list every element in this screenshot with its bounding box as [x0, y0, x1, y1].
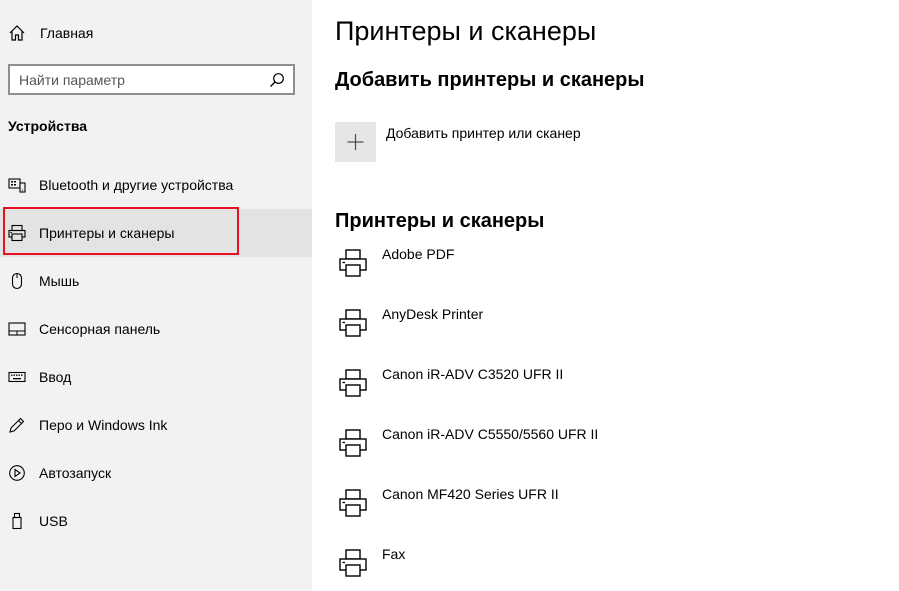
printer-icon [339, 489, 367, 517]
printer-icon [339, 369, 367, 397]
printer-name: Canon iR-ADV C3520 UFR II [382, 366, 564, 382]
add-printer-label: Добавить принтер или сканер [386, 125, 581, 141]
printer-name: Fax [382, 546, 406, 562]
pen-icon [9, 417, 25, 433]
printer-name: Canon iR-ADV C5550/5560 UFR II [382, 426, 599, 442]
printer-name: Adobe PDF [382, 246, 455, 262]
section-title: Устройства [8, 118, 88, 134]
touchpad-icon [8, 322, 26, 336]
sidebar: Главная Устройства Bluetooth и другие ус… [0, 0, 312, 591]
sidebar-nav: Bluetooth и другие устройства Принтеры и… [0, 161, 312, 545]
keyboard-icon [8, 371, 26, 383]
mouse-icon [11, 272, 23, 290]
printer-icon [339, 429, 367, 457]
sidebar-item-printers[interactable]: Принтеры и сканеры [0, 209, 312, 257]
printer-icon [8, 224, 26, 242]
sidebar-item-label: Перо и Windows Ink [39, 417, 168, 433]
printer-list: Adobe PDF AnyDesk Printer Canon iR-ADV C… [335, 242, 895, 591]
sidebar-item-touchpad[interactable]: Сенсорная панель [0, 305, 312, 353]
printer-item[interactable]: Canon iR-ADV C5550/5560 UFR II [335, 422, 895, 482]
sidebar-item-usb[interactable]: USB [0, 497, 312, 545]
sidebar-item-label: Ввод [39, 369, 72, 385]
printer-name: AnyDesk Printer [382, 306, 484, 322]
sidebar-item-label: Сенсорная панель [39, 321, 161, 337]
sidebar-item-typing[interactable]: Ввод [0, 353, 312, 401]
plus-icon [347, 134, 364, 150]
printer-icon [339, 249, 367, 277]
printers-list-title: Принтеры и сканеры [335, 210, 545, 232]
page-title: Принтеры и сканеры [335, 16, 597, 46]
sidebar-item-mouse[interactable]: Мышь [0, 257, 312, 305]
usb-icon [12, 512, 22, 530]
home-link[interactable]: Главная [0, 14, 312, 52]
plus-tile[interactable] [335, 122, 376, 162]
sidebar-item-label: USB [39, 513, 68, 529]
sidebar-item-autoplay[interactable]: Автозапуск [0, 449, 312, 497]
printer-item[interactable]: AnyDesk Printer [335, 302, 895, 362]
sidebar-item-pen[interactable]: Перо и Windows Ink [0, 401, 312, 449]
search-icon[interactable] [269, 72, 285, 88]
home-label: Главная [40, 25, 94, 41]
sidebar-item-label: Мышь [39, 273, 80, 289]
printer-icon [339, 309, 367, 337]
main-content: Принтеры и сканеры Добавить принтеры и с… [335, 0, 895, 591]
add-section-title: Добавить принтеры и сканеры [335, 69, 645, 91]
sidebar-item-bluetooth[interactable]: Bluetooth и другие устройства [0, 161, 312, 209]
sidebar-item-label: Bluetooth и другие устройства [39, 177, 234, 193]
printer-name: Canon MF420 Series UFR II [382, 486, 559, 502]
sidebar-item-label: Принтеры и сканеры [39, 225, 175, 241]
printer-icon [339, 549, 367, 577]
search-input[interactable] [10, 66, 260, 93]
autoplay-icon [9, 465, 25, 481]
home-icon [9, 25, 25, 41]
search-box[interactable] [8, 64, 295, 95]
printer-item[interactable]: Adobe PDF [335, 242, 895, 302]
printer-item[interactable]: Fax [335, 542, 895, 591]
bluetooth-devices-icon [8, 178, 26, 193]
sidebar-item-label: Автозапуск [39, 465, 112, 481]
printer-item[interactable]: Canon iR-ADV C3520 UFR II [335, 362, 895, 422]
add-printer-button[interactable]: Добавить принтер или сканер [335, 122, 755, 162]
printer-item[interactable]: Canon MF420 Series UFR II [335, 482, 895, 542]
